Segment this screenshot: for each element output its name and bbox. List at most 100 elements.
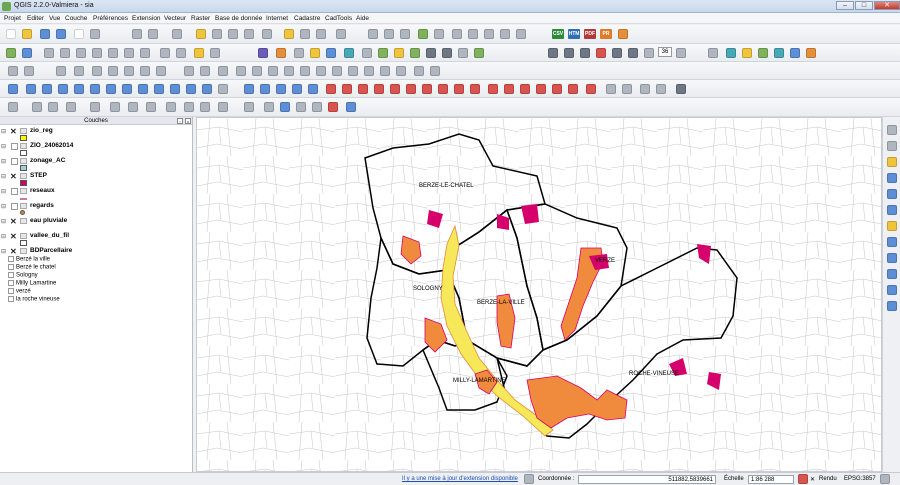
layer-item[interactable]: ⊟ ✕ STEP — [0, 172, 190, 186]
cad-p-icon[interactable] — [568, 84, 578, 94]
sublayer-checkbox[interactable] — [8, 288, 14, 294]
plugin-j-icon[interactable] — [516, 29, 526, 39]
add-memory-icon[interactable] — [194, 48, 204, 58]
menu-preferences[interactable]: Préférences — [93, 15, 128, 22]
measure-line-icon[interactable] — [262, 29, 272, 39]
zoom-native-icon[interactable] — [887, 253, 897, 263]
new-shapefile-icon[interactable] — [140, 48, 150, 58]
new-project-icon[interactable] — [6, 29, 16, 39]
rotation-spin-icon[interactable] — [676, 48, 686, 58]
digitize-label-icon[interactable] — [742, 48, 752, 58]
plugin-k-icon[interactable] — [362, 48, 372, 58]
annotation-icon[interactable] — [284, 29, 294, 39]
visibility-checkbox[interactable] — [11, 188, 18, 195]
plugin-d-icon[interactable] — [418, 29, 428, 39]
openlayers-icon[interactable] — [258, 48, 268, 58]
plugin-r-icon[interactable] — [474, 48, 484, 58]
composer-manager-icon[interactable] — [90, 29, 100, 39]
adv-c-icon[interactable] — [42, 84, 52, 94]
tools-icon[interactable] — [312, 102, 322, 112]
cad-q-icon[interactable] — [586, 84, 596, 94]
plugin-p-icon[interactable] — [442, 48, 452, 58]
measure-icon[interactable] — [148, 29, 158, 39]
simplify-icon[interactable] — [218, 66, 228, 76]
menu-vue[interactable]: Vue — [49, 15, 60, 22]
add-part-icon[interactable] — [252, 66, 262, 76]
snap-b-icon[interactable] — [260, 84, 270, 94]
sublayer-checkbox[interactable] — [8, 272, 14, 278]
tool-a-icon[interactable] — [548, 48, 558, 58]
offset-icon[interactable] — [332, 66, 342, 76]
cut-icon[interactable] — [124, 66, 134, 76]
menu-aide[interactable]: Aide — [356, 15, 369, 22]
plugin-c-icon[interactable] — [400, 29, 410, 39]
nav-d-icon[interactable] — [66, 102, 76, 112]
deselect-icon[interactable] — [196, 29, 206, 39]
reshape-icon[interactable] — [316, 66, 326, 76]
cad-i-icon[interactable] — [454, 84, 464, 94]
tool-f-icon[interactable] — [628, 48, 638, 58]
redo-icon[interactable] — [200, 66, 210, 76]
digitize-point-icon[interactable] — [708, 48, 718, 58]
refresh-map-icon[interactable] — [887, 301, 897, 311]
grass-icon[interactable] — [790, 48, 800, 58]
ruler-icon[interactable] — [328, 102, 338, 112]
crs-status[interactable]: EPSG:3857 — [844, 476, 876, 482]
coord-toggle-icon[interactable] — [524, 474, 534, 484]
menu-projet[interactable]: Projet — [4, 15, 21, 22]
split-icon[interactable] — [348, 66, 358, 76]
add-vector-icon[interactable] — [6, 48, 16, 58]
cad-b-icon[interactable] — [342, 84, 352, 94]
tool-e-icon[interactable] — [612, 48, 622, 58]
plugin-m-icon[interactable] — [394, 48, 404, 58]
terminal-icon[interactable] — [676, 84, 686, 94]
save-as-icon[interactable] — [56, 29, 66, 39]
cad-e-icon[interactable] — [390, 84, 400, 94]
adv-m-icon[interactable] — [202, 84, 212, 94]
cad-k-icon[interactable] — [488, 84, 498, 94]
plugin-o-icon[interactable] — [426, 48, 436, 58]
visibility-checkbox[interactable] — [11, 203, 18, 210]
print-composer-icon[interactable] — [74, 29, 84, 39]
stop-render-icon[interactable] — [798, 474, 808, 484]
hand-icon[interactable] — [887, 141, 897, 151]
minimize-button[interactable]: – — [836, 1, 854, 10]
attribute-table-icon[interactable] — [212, 29, 222, 39]
menu-cadtools[interactable]: CadTools — [325, 15, 352, 22]
menu-couche[interactable]: Couche — [65, 15, 87, 22]
cad-s-icon[interactable] — [622, 84, 632, 94]
layer-item[interactable]: ⊟ reseaux — [0, 187, 190, 201]
plugin-f-icon[interactable] — [452, 29, 462, 39]
cad-h-icon[interactable] — [438, 84, 448, 94]
cad-d-icon[interactable] — [374, 84, 384, 94]
menu-cadastre[interactable]: Cadastre — [294, 15, 320, 22]
search-icon[interactable] — [296, 102, 306, 112]
plugin-b-icon[interactable] — [384, 29, 394, 39]
plugin-i-icon[interactable] — [500, 29, 510, 39]
save-project-icon[interactable] — [40, 29, 50, 39]
cad-g-icon[interactable] — [422, 84, 432, 94]
visibility-checkbox[interactable]: ✕ — [10, 217, 17, 226]
add-raster-icon[interactable] — [22, 48, 32, 58]
help-icon[interactable] — [346, 102, 356, 112]
plugin-g-icon[interactable] — [468, 29, 478, 39]
adv-f-icon[interactable] — [90, 84, 100, 94]
adv-n-icon[interactable] — [218, 84, 228, 94]
add-wms-icon[interactable] — [76, 48, 86, 58]
digitize-vertex-icon[interactable] — [726, 48, 736, 58]
add-delimited-icon[interactable] — [124, 48, 134, 58]
zoom-layer-icon[interactable] — [887, 237, 897, 247]
sketch-icon[interactable] — [806, 48, 816, 58]
nav-i-icon[interactable] — [166, 102, 176, 112]
select-icon[interactable] — [172, 29, 182, 39]
menu-internet[interactable]: Internet — [266, 15, 288, 22]
svg-annotation-icon[interactable] — [336, 29, 346, 39]
add-wcs-icon[interactable] — [92, 48, 102, 58]
layer-item[interactable]: ⊟ ✕ zio_reg — [0, 127, 190, 141]
adv-k-icon[interactable] — [170, 84, 180, 94]
adv-d-icon[interactable] — [58, 84, 68, 94]
zoom-in-icon[interactable] — [887, 173, 897, 183]
cad-f-icon[interactable] — [406, 84, 416, 94]
scale-combobox[interactable]: 1:86 288 — [748, 475, 794, 484]
export-pdf-button[interactable]: PDF — [584, 29, 596, 39]
